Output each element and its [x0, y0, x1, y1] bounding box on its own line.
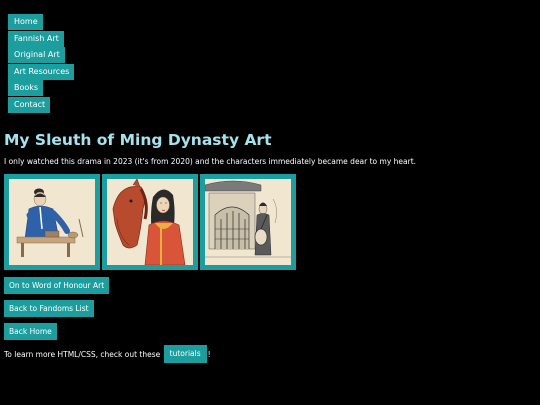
art-thumbnail-3[interactable] [200, 174, 296, 270]
art-thumbnail-2[interactable] [102, 174, 198, 270]
nav-fannish-art-link[interactable]: Fannish Art [8, 30, 64, 47]
page-title: My Sleuth of Ming Dynasty Art [4, 131, 272, 149]
art-image-2 [107, 179, 193, 265]
intro-text: I only watched this drama in 2023 (it's … [4, 157, 417, 166]
footer-prefix: To learn more HTML/CSS, check out these [4, 349, 161, 359]
fandoms-list-button[interactable]: Back to Fandoms List [4, 300, 94, 317]
footer-text: To learn more HTML/CSS, check out these … [4, 345, 211, 363]
art-thumbnail-1[interactable] [4, 174, 100, 270]
art-image-3 [205, 179, 291, 265]
page: Home Fannish Art Original Art Art Resour… [0, 0, 540, 405]
back-home-button[interactable]: Back Home [4, 323, 57, 340]
nav-art-resources-link[interactable]: Art Resources [8, 63, 75, 80]
main-nav: Home Fannish Art Original Art Art Resour… [8, 14, 75, 113]
nav-home-link[interactable]: Home [8, 14, 43, 30]
tutorials-link[interactable]: tutorials [163, 345, 207, 363]
art-gallery [4, 174, 298, 270]
nav-books-link[interactable]: Books [8, 80, 44, 96]
word-of-honour-art-button[interactable]: On to Word of Honour Art [4, 277, 110, 294]
art-image-1 [9, 179, 95, 265]
nav-contact-link[interactable]: Contact [8, 96, 51, 113]
nav-original-art-link[interactable]: Original Art [8, 47, 65, 63]
footer-suffix: ! [207, 349, 211, 359]
